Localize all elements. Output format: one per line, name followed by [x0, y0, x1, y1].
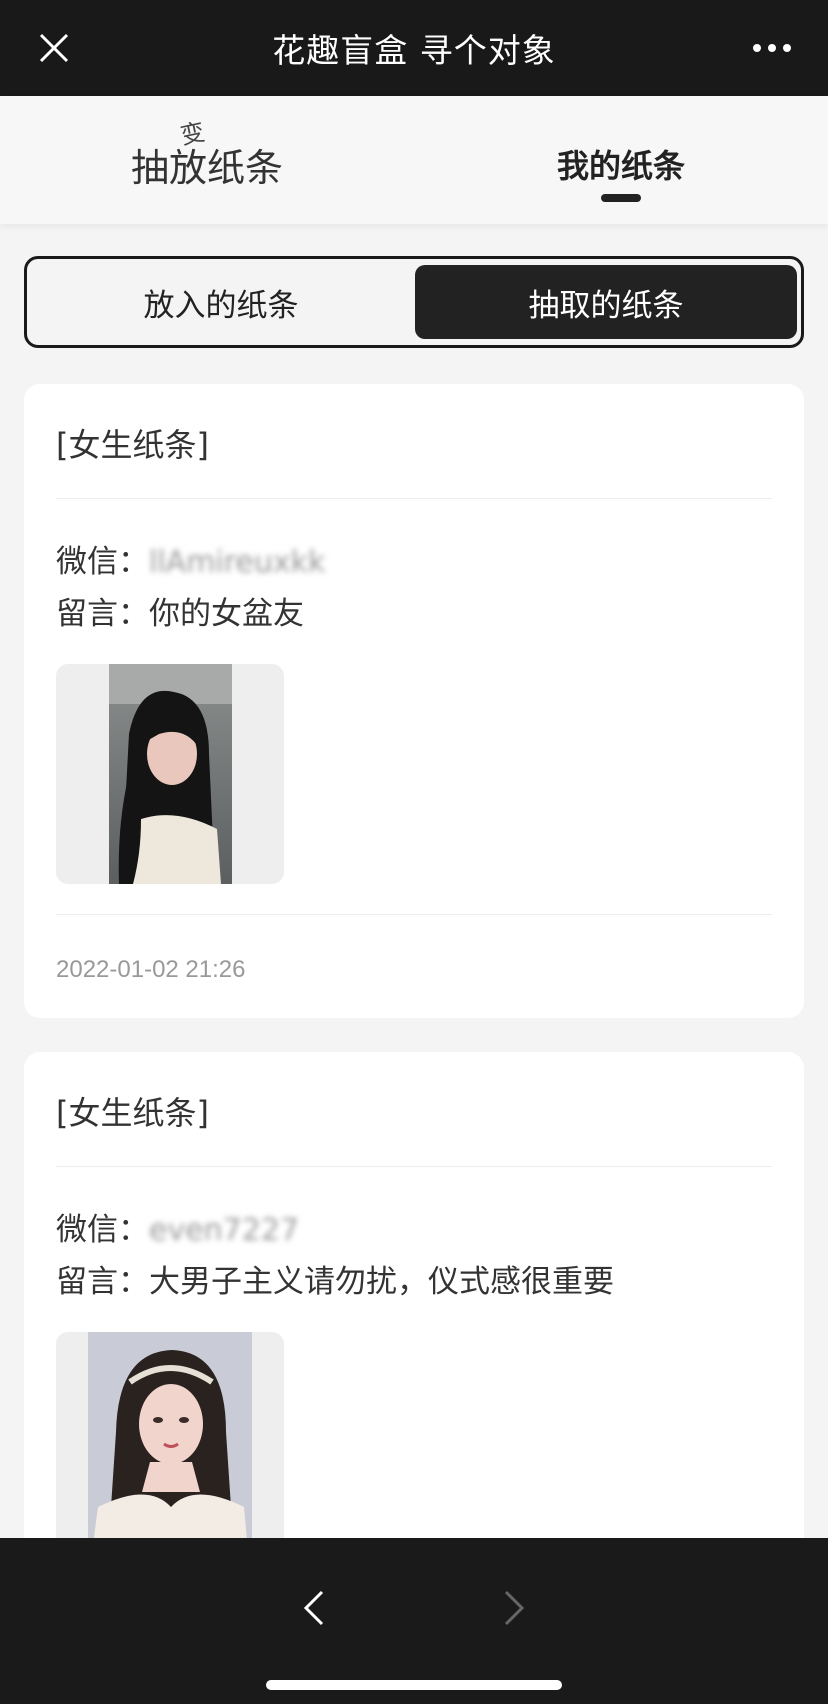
- tab-my-notes-label: 我的纸条: [556, 147, 685, 185]
- more-dots-icon[interactable]: [742, 24, 802, 72]
- chevron-left-icon[interactable]: [290, 1584, 338, 1632]
- message-label: 留言：: [56, 1264, 149, 1300]
- wechat-value: even7227: [149, 1213, 300, 1248]
- photo-thumbnail[interactable]: [56, 1332, 284, 1552]
- tab-my-notes[interactable]: 我的纸条: [414, 96, 828, 224]
- note-title: [女生纸条]: [56, 426, 209, 464]
- app-title: 花趣盲盒 寻个对象: [272, 31, 556, 70]
- message-row: 留言：大男子主义请勿扰，仪式感很重要: [56, 1256, 614, 1301]
- active-tab-indicator: [601, 194, 641, 202]
- note-timestamp: 2022-01-02 21:26: [56, 956, 246, 983]
- note-title: [女生纸条]: [56, 1094, 209, 1132]
- segment-put-in-notes[interactable]: 放入的纸条: [31, 265, 411, 339]
- divider: [56, 1166, 772, 1167]
- divider: [56, 498, 772, 499]
- chevron-right-icon[interactable]: [490, 1584, 538, 1632]
- message-value: 大男子主义请勿扰，仪式感很重要: [149, 1264, 614, 1300]
- message-label: 留言：: [56, 596, 149, 632]
- wechat-value: llAmireuxkk: [149, 545, 326, 580]
- portrait-photo: [109, 664, 232, 884]
- note-card[interactable]: [女生纸条] 微信：llAmireuxkk 留言：你的女盆友 2022-01-0…: [24, 384, 804, 1018]
- tab-bar: 抽放纸条 变 我的纸条: [0, 96, 828, 224]
- portrait-photo: [88, 1332, 252, 1552]
- tab-draw-notes[interactable]: 抽放纸条 变: [0, 96, 414, 224]
- segmented-control: 放入的纸条 抽取的纸条: [24, 256, 804, 348]
- message-value: 你的女盆友: [149, 596, 304, 632]
- divider: [56, 914, 772, 915]
- page: 花趣盲盒 寻个对象 抽放纸条 变 我的纸条 放入的纸条 抽取的纸条 [女生纸条]…: [0, 0, 828, 1704]
- wechat-row: 微信：even7227: [56, 1204, 299, 1249]
- top-bar: 花趣盲盒 寻个对象: [0, 0, 828, 96]
- home-indicator: [266, 1680, 562, 1690]
- wechat-label: 微信：: [56, 1212, 149, 1248]
- photo-thumbnail[interactable]: [56, 664, 284, 884]
- segment-drawn-notes[interactable]: 抽取的纸条: [415, 265, 797, 339]
- bottom-nav-bar: [0, 1538, 828, 1704]
- wechat-row: 微信：llAmireuxkk: [56, 536, 325, 581]
- message-row: 留言：你的女盆友: [56, 588, 304, 633]
- wechat-label: 微信：: [56, 544, 149, 580]
